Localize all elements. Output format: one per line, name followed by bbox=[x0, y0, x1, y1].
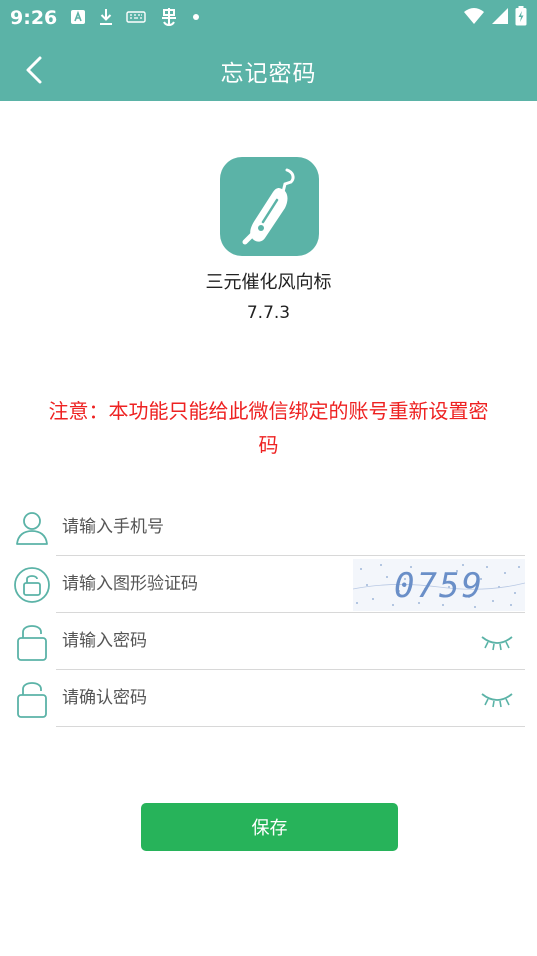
forgot-password-screen: 9:26 忘记密码 三元催化风向标 7.7.3 注意：本功能只能给此微信绑定的账… bbox=[0, 0, 537, 956]
eye-closed-icon bbox=[481, 636, 513, 651]
lock-icon bbox=[12, 677, 52, 721]
app-name: 三元催化风向标 bbox=[205, 272, 332, 293]
save-button[interactable]: 保存 bbox=[141, 803, 398, 851]
app-version: 7.7.3 bbox=[246, 303, 291, 323]
captcha-image[interactable]: 0759 bbox=[353, 559, 525, 611]
captcha-row: 0759 bbox=[0, 557, 537, 613]
confirm-password-input[interactable] bbox=[62, 681, 342, 715]
unlock-circle-icon bbox=[12, 563, 52, 607]
bug-app-icon bbox=[162, 8, 176, 26]
user-icon bbox=[12, 506, 52, 550]
catalytic-converter-logo-icon bbox=[242, 168, 295, 244]
lock-icon bbox=[12, 620, 52, 664]
download-icon bbox=[100, 9, 112, 25]
row-divider bbox=[56, 612, 525, 613]
page-title: 忘记密码 bbox=[220, 61, 317, 87]
translate-app-icon bbox=[71, 10, 85, 24]
row-divider bbox=[56, 669, 525, 670]
notification-dot-icon bbox=[193, 14, 199, 20]
eye-closed-icon bbox=[481, 693, 513, 708]
signal-icon bbox=[492, 8, 508, 24]
row-divider bbox=[56, 726, 525, 727]
app-header: 忘记密码 bbox=[0, 38, 537, 101]
confirm-visibility-toggle[interactable] bbox=[479, 685, 515, 713]
captcha-code: 0759 bbox=[394, 566, 484, 606]
password-visibility-toggle[interactable] bbox=[479, 628, 515, 656]
battery-charging-icon bbox=[515, 6, 527, 26]
phone-row bbox=[0, 500, 537, 556]
confirm-password-row bbox=[0, 671, 537, 727]
password-row bbox=[0, 614, 537, 670]
status-time: 9:26 bbox=[10, 7, 58, 29]
status-system-icons bbox=[463, 6, 527, 26]
app-logo bbox=[220, 157, 319, 256]
status-notification-icons bbox=[70, 6, 200, 28]
notice-text: 注意：本功能只能给此微信绑定的账号重新设置密码 bbox=[48, 399, 489, 457]
password-input[interactable] bbox=[62, 624, 342, 658]
captcha-input[interactable] bbox=[62, 567, 342, 601]
keyboard-icon bbox=[126, 11, 146, 23]
phone-input[interactable] bbox=[62, 510, 342, 544]
row-divider bbox=[56, 555, 525, 556]
status-bar: 9:26 bbox=[0, 0, 537, 38]
wifi-icon bbox=[464, 8, 484, 24]
